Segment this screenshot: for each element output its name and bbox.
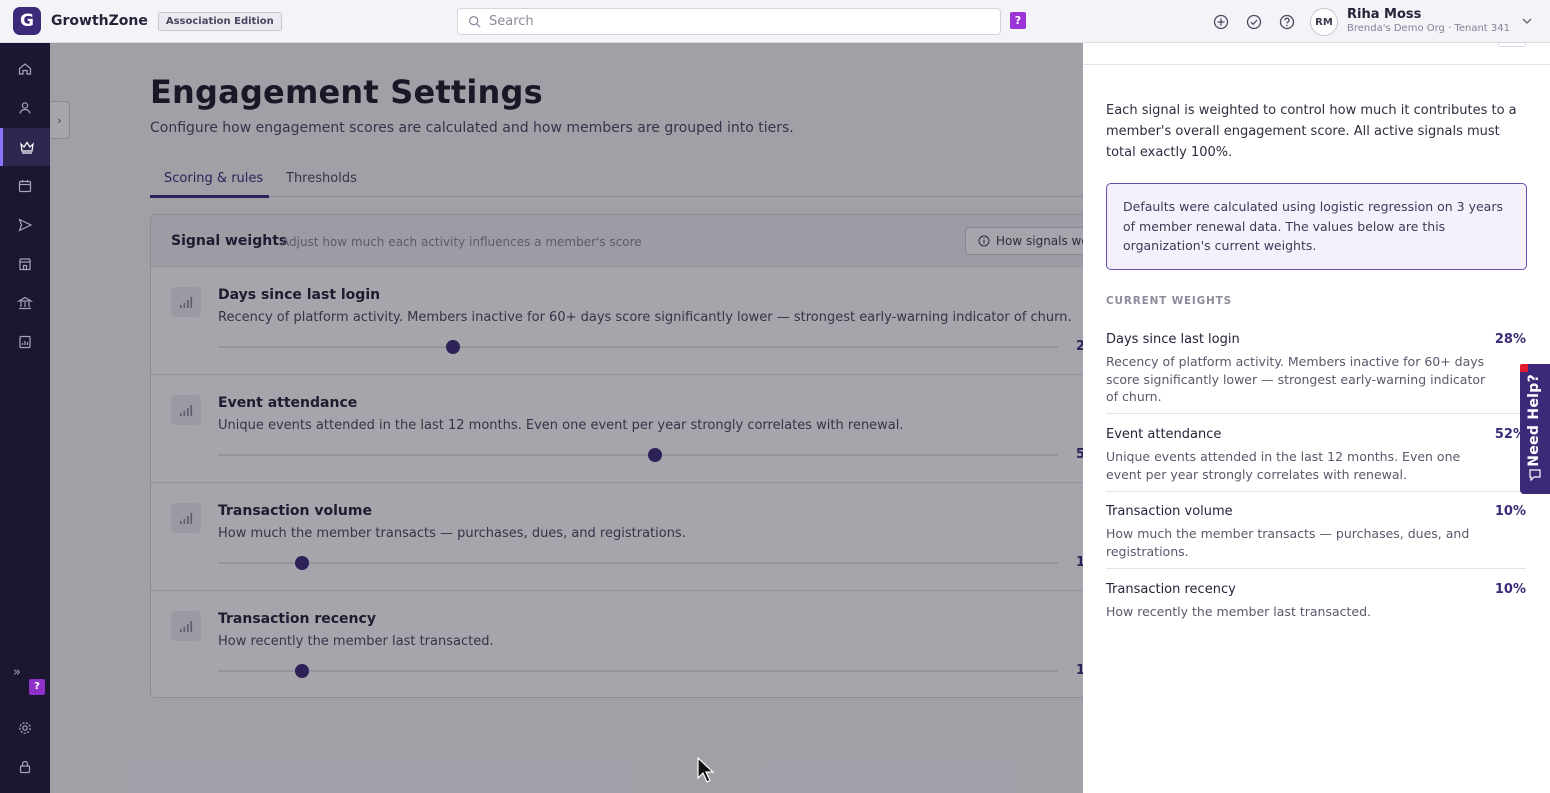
top-bar: G GrowthZone Association Edition ? RM Ri… — [0, 0, 1550, 43]
home-icon — [18, 63, 32, 75]
sidebar-item-home[interactable] — [0, 50, 50, 88]
defaults-note: Defaults were calculated using logistic … — [1106, 183, 1527, 270]
search-input[interactable] — [489, 14, 969, 29]
sidebar-item-events[interactable] — [0, 167, 50, 205]
notification-dot — [1520, 364, 1528, 372]
weight-row: Transaction recency 10% How recently the… — [1106, 582, 1526, 622]
weight-description: Recency of platform activity. Members in… — [1106, 354, 1486, 404]
gear-icon — [19, 722, 31, 734]
person-icon — [19, 102, 31, 114]
check-circle-icon[interactable] — [1244, 12, 1264, 32]
sidebar: » ? — [0, 43, 50, 793]
modal-backdrop[interactable] — [50, 43, 1083, 793]
chat-icon — [1529, 469, 1541, 482]
report-icon — [19, 335, 31, 349]
panel-divider — [1083, 64, 1550, 65]
need-help-tab[interactable]: Need Help? — [1520, 364, 1550, 494]
sidebar-item-membership[interactable] — [0, 128, 50, 166]
chevron-down-icon[interactable] — [1520, 14, 1534, 28]
sidebar-item-store[interactable] — [0, 245, 50, 283]
weight-row: Days since last login 28% Recency of pla… — [1106, 332, 1526, 414]
weight-description: Unique events attended in the last 12 mo… — [1106, 449, 1461, 482]
lock-icon — [19, 760, 31, 774]
signal-weights-info-panel: Each signal is weighted to control how m… — [1083, 41, 1550, 793]
weight-percent: 10% — [1494, 504, 1526, 519]
store-icon — [18, 258, 32, 271]
avatar[interactable]: RM — [1310, 8, 1338, 36]
need-help-label: Need Help? — [1526, 374, 1542, 467]
sidebar-item-finance[interactable] — [0, 284, 50, 322]
expand-sidebar-icon[interactable]: » — [13, 665, 21, 680]
weight-name: Days since last login — [1106, 332, 1240, 347]
sidebar-item-reports[interactable] — [0, 323, 50, 361]
question-circle-icon[interactable] — [1277, 12, 1297, 32]
weight-row: Event attendance 52% Unique events atten… — [1106, 427, 1526, 492]
weight-row: Transaction volume 10% How much the memb… — [1106, 504, 1526, 569]
growthzone-logo[interactable]: G — [13, 7, 41, 35]
calendar-icon — [18, 180, 32, 193]
weight-name: Event attendance — [1106, 427, 1222, 442]
weight-description: How much the member transacts — purchase… — [1106, 526, 1470, 559]
add-icon[interactable] — [1211, 12, 1231, 32]
mouse-cursor-icon — [697, 757, 715, 783]
search-icon — [468, 15, 481, 28]
weight-name: Transaction volume — [1106, 504, 1233, 519]
weight-name: Transaction recency — [1106, 582, 1236, 597]
weight-description: How recently the member last transacted. — [1106, 604, 1371, 619]
sidebar-help-badge[interactable]: ? — [29, 679, 45, 695]
sidebar-item-lock[interactable] — [0, 748, 50, 786]
brand-name: GrowthZone — [51, 13, 148, 29]
sidebar-item-contacts[interactable] — [0, 89, 50, 127]
help-badge[interactable]: ? — [1010, 12, 1026, 29]
user-org: Brenda's Demo Org · Tenant 341 — [1347, 23, 1510, 34]
sidebar-item-settings[interactable] — [0, 709, 50, 747]
search-box[interactable] — [457, 8, 1001, 35]
bank-icon — [17, 296, 33, 310]
panel-intro-text: Each signal is weighted to control how m… — [1106, 103, 1517, 160]
user-name: Riha Moss — [1347, 7, 1422, 22]
edition-badge: Association Edition — [157, 11, 282, 31]
weight-percent: 28% — [1494, 332, 1526, 347]
weight-percent: 10% — [1494, 582, 1526, 597]
crown-icon — [19, 141, 34, 154]
current-weights-label: CURRENT WEIGHTS — [1106, 295, 1232, 307]
user-menu[interactable]: Riha Moss Brenda's Demo Org · Tenant 341 — [1347, 7, 1510, 34]
send-icon — [18, 218, 33, 232]
panel-close-button[interactable] — [1498, 41, 1526, 47]
sidebar-item-communications[interactable] — [0, 206, 50, 244]
